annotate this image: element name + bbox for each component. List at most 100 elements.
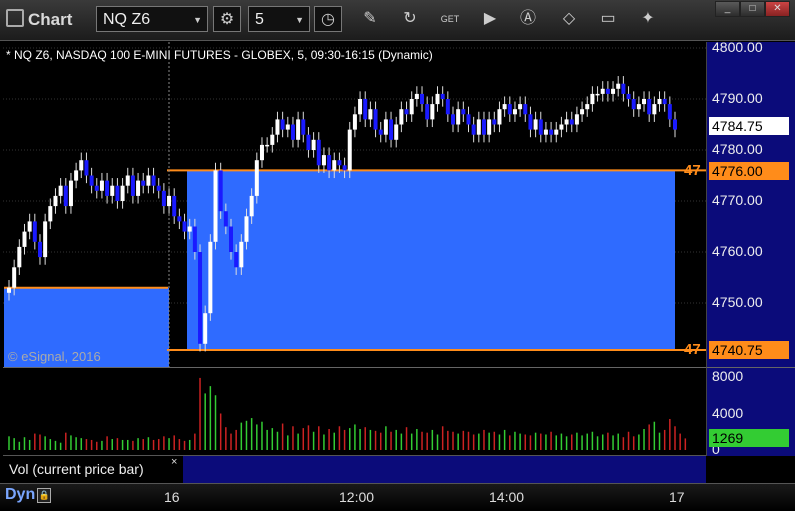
candle-body: [275, 119, 280, 135]
candle-body: [306, 134, 311, 150]
candle-body: [471, 124, 476, 135]
candle-body: [492, 119, 497, 125]
volume-chart[interactable]: [3, 367, 706, 455]
candle-body: [136, 180, 141, 196]
symbol-value: NQ Z6: [103, 11, 151, 28]
candle-body: [466, 114, 471, 125]
candle-body: [497, 109, 502, 125]
candle-body: [642, 99, 647, 105]
gear-icon[interactable]: ⚙: [213, 6, 241, 32]
candle-body: [187, 226, 192, 232]
candle-body: [502, 104, 507, 110]
candle-body: [394, 124, 399, 140]
get-icon[interactable]: GET: [436, 6, 464, 32]
candle-body: [435, 93, 440, 105]
interval-dropdown-icon[interactable]: ▼: [295, 7, 304, 33]
clock-icon[interactable]: ◷: [314, 6, 342, 32]
candle-body: [662, 99, 667, 105]
candle-body: [621, 83, 626, 94]
last-volume-label: 1269: [709, 429, 789, 447]
volume-legend-bar: [183, 455, 706, 484]
price-tick-label: 4750.00: [712, 294, 763, 310]
candle-body: [74, 170, 79, 181]
candle-body: [512, 109, 517, 115]
symbol-dropdown-icon[interactable]: ▼: [193, 7, 202, 33]
candle-body: [37, 241, 42, 258]
price-tick-label: 4800.00: [712, 39, 763, 55]
candle-body: [414, 93, 419, 99]
candle-body: [368, 109, 373, 120]
candle-body: [528, 114, 533, 130]
candle-body: [125, 175, 130, 186]
close-button[interactable]: ✕: [765, 1, 790, 17]
volume-close-icon[interactable]: ×: [171, 456, 177, 468]
candle-body: [476, 119, 481, 135]
interval-field[interactable]: 5 ▼: [248, 6, 310, 32]
candle-body: [172, 195, 177, 217]
candle-body: [481, 119, 486, 135]
candle-body: [383, 119, 388, 135]
price-tick-label: 4770.00: [712, 192, 763, 208]
maximize-button[interactable]: □: [740, 1, 765, 17]
candle-body: [543, 129, 548, 135]
candle-body: [347, 129, 352, 171]
candle-body: [440, 93, 445, 99]
eraser-icon[interactable]: ◇: [555, 6, 583, 32]
candle-body: [378, 129, 383, 135]
candle-body: [229, 226, 233, 252]
candle-body: [239, 241, 244, 268]
minimize-button[interactable]: _: [715, 1, 740, 17]
candle-body: [564, 119, 569, 125]
candle-body: [182, 221, 187, 232]
play-icon[interactable]: ▶: [476, 6, 504, 32]
candle-body: [321, 155, 326, 166]
candle-body: [673, 119, 677, 130]
upper-level-price-label: 4776.00: [709, 162, 789, 180]
candle-body: [425, 104, 430, 120]
refresh-icon[interactable]: ↻: [396, 6, 424, 32]
candle-body: [99, 180, 104, 191]
candle-body: [611, 88, 616, 94]
pencil-icon[interactable]: ✎: [356, 6, 384, 32]
symbol-field[interactable]: NQ Z6 ▼: [96, 6, 208, 32]
candle-body: [399, 109, 404, 125]
candle-body: [203, 313, 208, 344]
candle-body: [141, 180, 146, 186]
candle-body: [373, 109, 378, 130]
price-chart[interactable]: [3, 42, 706, 367]
candle-body: [22, 231, 27, 247]
volume-tick-label: 4000: [712, 404, 744, 421]
candle-body: [192, 226, 197, 252]
twitter-icon[interactable]: ✦: [634, 6, 662, 32]
candle-body: [43, 221, 48, 258]
candle-body: [130, 175, 135, 196]
candle-body: [198, 252, 203, 344]
chat-icon[interactable]: ▭: [594, 6, 622, 32]
candle-body: [208, 241, 213, 314]
candle-body: [223, 211, 228, 227]
candle-body: [389, 119, 394, 140]
candle-body: [404, 109, 409, 115]
candle-body: [17, 246, 22, 268]
chart-window-icon: [6, 9, 24, 27]
dyn-button[interactable]: Dyn 🔒: [5, 486, 52, 504]
candle-body: [265, 144, 270, 147]
candle-body: [32, 221, 37, 242]
value-zone-right: [187, 170, 675, 350]
a-icon[interactable]: Ⓐ: [514, 6, 542, 32]
candle-body: [430, 104, 435, 120]
candle-body: [456, 109, 461, 125]
candle-body: [626, 93, 631, 99]
candle-body: [151, 175, 156, 186]
upper-level-label: 47: [684, 162, 701, 179]
candle-body: [409, 99, 414, 115]
last-price-label: 4784.75: [709, 117, 789, 135]
candle-body: [559, 124, 564, 130]
candle-body: [337, 160, 342, 166]
candle-body: [53, 195, 58, 207]
lock-icon[interactable]: 🔒: [37, 488, 52, 503]
candle-body: [12, 267, 17, 288]
candle-body: [657, 99, 662, 105]
lower-level-price-label: 4740.75: [709, 341, 789, 359]
price-tick-label: 4790.00: [712, 90, 763, 106]
